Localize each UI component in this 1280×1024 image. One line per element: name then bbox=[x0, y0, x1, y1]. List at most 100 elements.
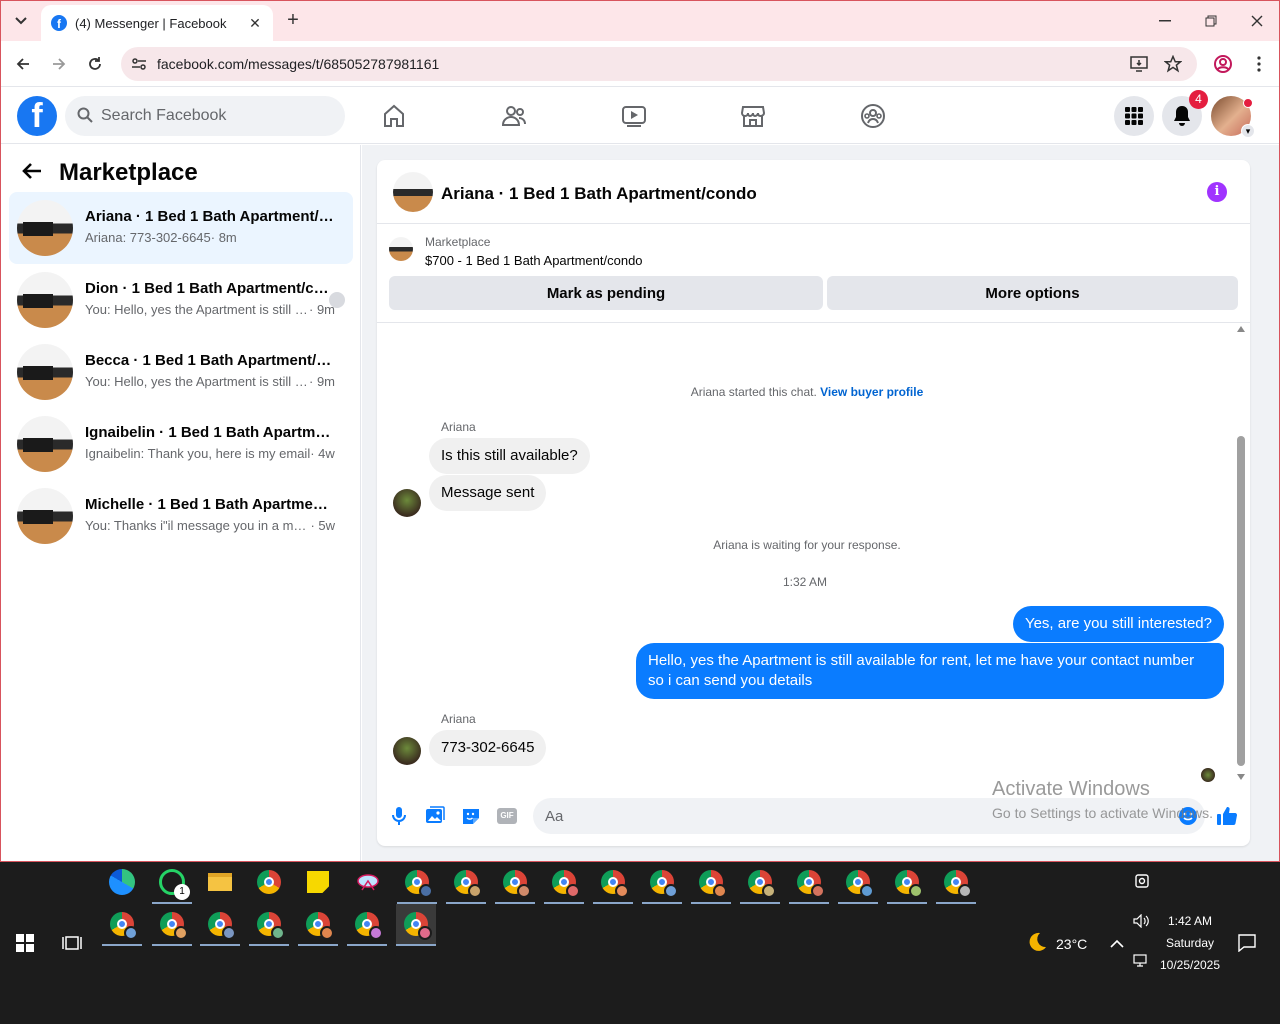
friends-icon[interactable] bbox=[500, 102, 528, 130]
site-settings-icon[interactable] bbox=[129, 54, 149, 74]
notification-center-icon[interactable] bbox=[1238, 934, 1256, 957]
chrome-profile-icon[interactable] bbox=[152, 904, 192, 946]
address-bar[interactable]: facebook.com/messages/t/685052787981161 bbox=[121, 47, 1197, 81]
conversation-item[interactable]: Dion · 1 Bed 1 Bath Apartment/condo You:… bbox=[9, 264, 353, 336]
chrome-profile-icon[interactable] bbox=[936, 862, 976, 904]
listing-thumbnail bbox=[17, 344, 73, 400]
profile-badge bbox=[664, 884, 678, 898]
moon-weather-icon[interactable] bbox=[1024, 930, 1048, 959]
chrome-profile-icon[interactable] bbox=[838, 862, 878, 904]
chrome-profile-icon[interactable] bbox=[887, 862, 927, 904]
chrome-profile-icon[interactable] bbox=[691, 862, 731, 904]
facebook-logo-icon[interactable]: f bbox=[17, 96, 57, 136]
chrome-profile-icon[interactable] bbox=[249, 904, 289, 946]
browser-menu-icon[interactable] bbox=[1247, 52, 1271, 76]
preview-text: You: Hello, yes the Apartment is still a… bbox=[85, 374, 309, 389]
conversation-name: Becca · 1 Bed 1 Bath Apartment/condo bbox=[85, 352, 335, 369]
chrome-profile-icon[interactable] bbox=[593, 862, 633, 904]
reload-icon[interactable] bbox=[83, 52, 107, 76]
scrollbar-thumb[interactable] bbox=[1237, 436, 1245, 766]
photo-icon[interactable] bbox=[423, 804, 447, 828]
microphone-icon[interactable] bbox=[387, 804, 411, 828]
chrome-profile-icon[interactable] bbox=[740, 862, 780, 904]
tab-title: (4) Messenger | Facebook bbox=[75, 15, 227, 31]
scroll-down-icon[interactable] bbox=[1237, 774, 1245, 780]
whatsapp-icon[interactable]: 1 bbox=[152, 862, 192, 904]
preview-time: · 5w bbox=[310, 518, 335, 533]
gif-label: GIF bbox=[497, 808, 517, 824]
chat-avatar[interactable] bbox=[393, 172, 433, 212]
sticker-icon[interactable] bbox=[459, 804, 483, 828]
conversation-preview: Ariana: 773-302-6645 · 8m bbox=[85, 230, 335, 245]
conversation-item[interactable]: Michelle · 1 Bed 1 Bath Apartment/condo … bbox=[9, 480, 353, 552]
chrome-profile-icon[interactable] bbox=[347, 904, 387, 946]
chrome-profile-icon[interactable] bbox=[495, 862, 535, 904]
weather-temp[interactable]: 23°C bbox=[1056, 936, 1087, 952]
task-view-icon[interactable] bbox=[62, 934, 82, 957]
chrome-profile-icon[interactable] bbox=[446, 862, 486, 904]
install-app-icon[interactable] bbox=[1129, 54, 1149, 74]
chrome-profile-icon[interactable] bbox=[200, 904, 240, 946]
minimize-icon[interactable] bbox=[1145, 7, 1185, 35]
new-tab-icon[interactable]: + bbox=[283, 9, 303, 33]
chrome-profile-icon-active[interactable] bbox=[396, 904, 436, 946]
conversation-item[interactable]: Ignaibelin · 1 Bed 1 Bath Apartment/cond… bbox=[9, 408, 353, 480]
conversation-item[interactable]: Becca · 1 Bed 1 Bath Apartment/condo You… bbox=[9, 336, 353, 408]
show-hidden-icons-icon[interactable] bbox=[1110, 936, 1124, 954]
windows-start-icon[interactable] bbox=[16, 934, 34, 957]
volume-icon[interactable] bbox=[1133, 913, 1149, 933]
like-thumb-icon[interactable] bbox=[1215, 804, 1239, 828]
meet-now-icon[interactable] bbox=[1134, 872, 1150, 895]
chat-started-notice: Ariana started this chat. View buyer pro… bbox=[377, 385, 1237, 399]
seen-avatar-icon bbox=[329, 292, 345, 308]
marketplace-icon[interactable] bbox=[739, 102, 767, 130]
close-window-icon[interactable] bbox=[1237, 7, 1277, 35]
mark-pending-button[interactable]: Mark as pending bbox=[389, 276, 823, 310]
chrome-profile-icon[interactable] bbox=[642, 862, 682, 904]
clock-date[interactable]: 10/25/2025 bbox=[1156, 958, 1224, 972]
chrome-icon[interactable] bbox=[249, 862, 289, 902]
account-avatar[interactable]: ▾ bbox=[1211, 96, 1255, 138]
chrome-profile-icon[interactable] bbox=[397, 862, 437, 904]
home-icon[interactable] bbox=[380, 102, 408, 130]
profile-badge bbox=[713, 884, 727, 898]
view-buyer-profile-link[interactable]: View buyer profile bbox=[820, 385, 923, 399]
info-icon[interactable]: i bbox=[1207, 182, 1227, 202]
network-icon[interactable] bbox=[1133, 954, 1149, 973]
sender-avatar[interactable] bbox=[393, 737, 421, 765]
forward-icon[interactable] bbox=[47, 52, 71, 76]
listing-title[interactable]: $700 - 1 Bed 1 Bath Apartment/condo bbox=[425, 253, 643, 268]
bookmark-star-icon[interactable] bbox=[1163, 54, 1183, 74]
listing-thumbnail[interactable] bbox=[389, 237, 413, 261]
menu-grid-icon[interactable] bbox=[1114, 96, 1154, 136]
more-options-button[interactable]: More options bbox=[827, 276, 1238, 310]
tab-search-icon[interactable] bbox=[9, 9, 33, 33]
scroll-up-icon[interactable] bbox=[1237, 326, 1245, 332]
back-arrow-icon[interactable] bbox=[21, 161, 43, 186]
groups-icon[interactable] bbox=[859, 102, 887, 130]
notifications-button[interactable]: 4 bbox=[1162, 90, 1208, 136]
browser-profile-icon[interactable] bbox=[1211, 52, 1235, 76]
snipping-tool-icon[interactable] bbox=[348, 862, 388, 902]
chrome-profile-icon[interactable] bbox=[298, 904, 338, 946]
sticky-notes-icon[interactable] bbox=[298, 862, 338, 902]
edge-icon[interactable] bbox=[102, 862, 142, 902]
tab-messenger[interactable]: f (4) Messenger | Facebook ✕ bbox=[41, 5, 273, 41]
chrome-profile-icon[interactable] bbox=[102, 904, 142, 946]
clock-time[interactable]: 1:42 AM bbox=[1160, 914, 1220, 928]
back-icon[interactable] bbox=[11, 52, 35, 76]
profile-badge bbox=[958, 884, 972, 898]
sender-avatar[interactable] bbox=[393, 489, 421, 517]
chrome-profile-icon[interactable] bbox=[544, 862, 584, 904]
chrome-profile-icon[interactable] bbox=[789, 862, 829, 904]
restore-icon[interactable] bbox=[1191, 7, 1231, 35]
chat-title[interactable]: Ariana · 1 Bed 1 Bath Apartment/condo bbox=[441, 184, 757, 204]
gif-icon[interactable]: GIF bbox=[495, 804, 519, 828]
message-timestamp: 1:32 AM bbox=[782, 575, 828, 589]
video-icon[interactable] bbox=[620, 102, 648, 130]
conversation-item[interactable]: Ariana · 1 Bed 1 Bath Apartment/condo Ar… bbox=[9, 192, 353, 264]
tab-close-icon[interactable]: ✕ bbox=[247, 15, 263, 32]
file-explorer-icon[interactable] bbox=[200, 862, 240, 902]
clock-day[interactable]: Saturday bbox=[1160, 936, 1220, 950]
search-input[interactable]: Search Facebook bbox=[65, 96, 345, 136]
